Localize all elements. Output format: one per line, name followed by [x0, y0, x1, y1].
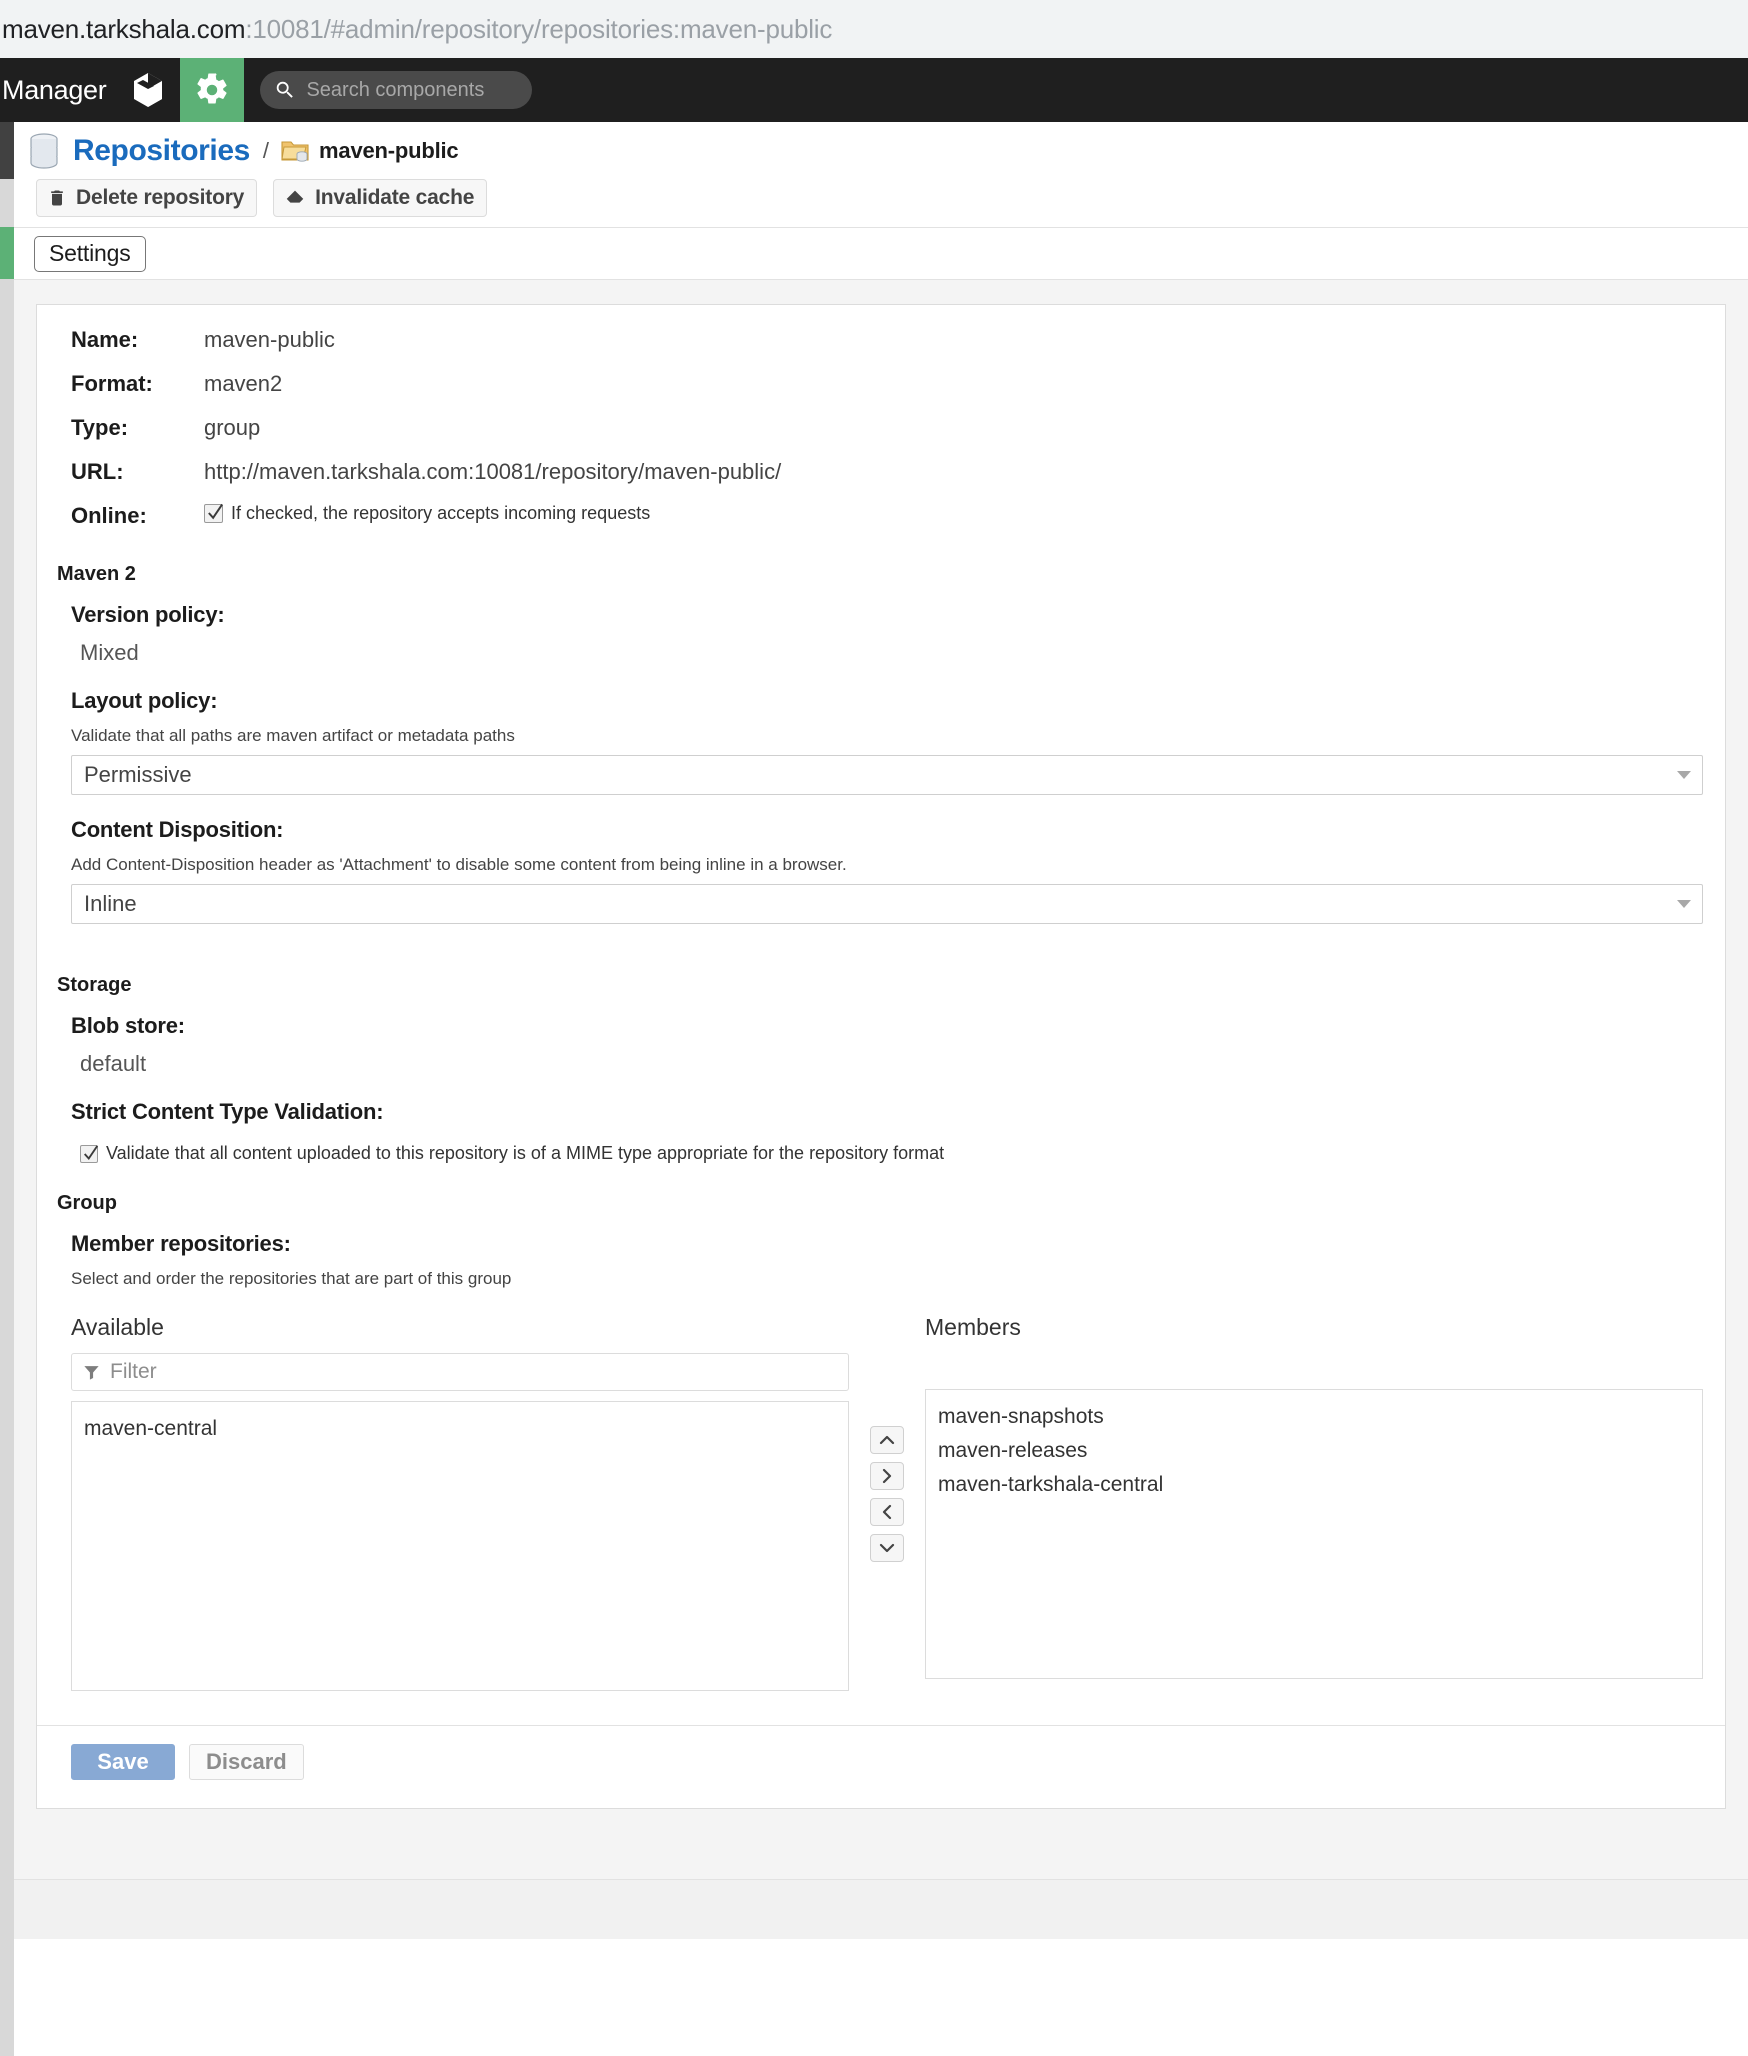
summary-key: Name:: [71, 327, 139, 352]
strict-validation-checkbox[interactable]: [80, 1144, 99, 1163]
left-rail: [0, 122, 14, 2056]
tab-settings[interactable]: Settings: [34, 235, 146, 272]
summary-value: group: [204, 415, 261, 440]
app-title: Manager: [2, 74, 107, 105]
available-list[interactable]: maven-central: [71, 1401, 849, 1691]
summary-key: URL:: [71, 459, 124, 484]
version-policy-label: Version policy:: [71, 602, 225, 627]
move-down-button[interactable]: [870, 1534, 904, 1562]
blob-store-label: Blob store:: [71, 1013, 185, 1038]
available-filter-input[interactable]: Filter: [110, 1360, 157, 1384]
online-checkbox-label: If checked, the repository accepts incom…: [231, 503, 651, 523]
content-disposition-select[interactable]: Inline: [71, 884, 1703, 924]
browser-url-bar[interactable]: maven.tarkshala.com:10081/#admin/reposit…: [0, 0, 1748, 58]
application-header: Manager Search components: [0, 58, 1748, 122]
content-disposition-selected-value: Inline: [84, 891, 137, 916]
gear-icon[interactable]: [180, 58, 245, 122]
cube-icon[interactable]: [116, 58, 180, 122]
breadcrumb-separator: /: [262, 137, 270, 163]
summary-value: maven-public: [204, 327, 335, 352]
chevron-down-icon: [1677, 771, 1691, 779]
list-item[interactable]: maven-releases: [926, 1434, 1702, 1468]
members-column: Members maven-snapshots maven-releases m…: [925, 1314, 1703, 1679]
layout-policy-label: Layout policy:: [71, 688, 218, 713]
layout-policy-help: Validate that all paths are maven artifa…: [71, 726, 515, 745]
member-repositories-help: Select and order the repositories that a…: [71, 1269, 512, 1288]
discard-button[interactable]: Discard: [189, 1744, 304, 1780]
breadcrumb-leaf: maven-public: [319, 137, 459, 163]
strict-content-type-validation-label: Strict Content Type Validation:: [71, 1099, 384, 1124]
content-disposition-label: Content Disposition:: [71, 817, 284, 842]
version-policy-value: Mixed: [80, 640, 139, 665]
delete-repository-button[interactable]: Delete repository: [36, 179, 258, 217]
trash-icon: [47, 187, 67, 209]
summary-row-url: URL: http://maven.tarkshala.com:10081/re…: [37, 459, 1725, 503]
available-column: Available Filter maven-central: [71, 1314, 849, 1691]
summary-key: Online:: [71, 503, 147, 528]
page-body: Repositories / maven-public Delete repos…: [0, 122, 1748, 2056]
filter-icon: [82, 1363, 101, 1382]
summary-value: http://maven.tarkshala.com:10081/reposit…: [204, 459, 782, 484]
delete-repository-label: Delete repository: [76, 186, 245, 209]
section-title-group: Group: [57, 1192, 117, 1214]
tab-strip: Settings: [14, 227, 1748, 279]
breadcrumb: Repositories / maven-public: [14, 122, 1748, 179]
url-host: maven.tarkshala.com: [2, 13, 246, 44]
available-header: Available: [71, 1314, 164, 1340]
field-version-policy: Version policy: Mixed Layout policy: Val…: [37, 602, 1725, 924]
left-rail-green-segment: [0, 227, 14, 279]
strict-content-type-validation-row: Validate that all content uploaded to th…: [71, 1137, 1703, 1164]
database-icon: [28, 132, 60, 170]
strict-validation-checkbox-label: Validate that all content uploaded to th…: [106, 1143, 945, 1163]
search-icon: [274, 79, 296, 101]
chevron-down-icon: [1677, 900, 1691, 908]
invalidate-cache-label: Invalidate cache: [315, 186, 475, 209]
summary-row-type: Type: group: [37, 415, 1725, 459]
breadcrumb-root-link[interactable]: Repositories: [73, 134, 250, 168]
settings-area: Name: maven-public Format: maven2 Type: …: [14, 279, 1748, 1879]
save-button[interactable]: Save: [71, 1744, 175, 1780]
content-disposition-help: Add Content-Disposition header as 'Attac…: [71, 855, 847, 874]
layout-policy-selected-value: Permissive: [84, 762, 192, 787]
list-item[interactable]: maven-tarkshala-central: [926, 1468, 1702, 1502]
invalidate-cache-button[interactable]: Invalidate cache: [273, 179, 488, 217]
search-input[interactable]: Search components: [306, 79, 484, 102]
field-member-repositories: Member repositories: Select and order th…: [37, 1231, 1725, 1289]
form-footer: Save Discard: [37, 1725, 1725, 1780]
layout-policy-select[interactable]: Permissive: [71, 755, 1703, 795]
list-item[interactable]: maven-central: [72, 1412, 848, 1446]
members-header: Members: [925, 1314, 1021, 1340]
left-rail-dark-segment: [0, 122, 14, 179]
summary-value: maven2: [204, 371, 283, 396]
repository-folder-icon: [281, 138, 309, 164]
content-area: Repositories / maven-public Delete repos…: [14, 122, 1748, 2056]
section-title-storage: Storage: [57, 974, 132, 996]
eraser-icon: [284, 187, 306, 209]
url-path: :10081/#admin/repository/repositories:ma…: [245, 13, 833, 44]
summary-row-name: Name: maven-public: [37, 327, 1725, 371]
settings-panel: Name: maven-public Format: maven2 Type: …: [36, 304, 1726, 1809]
search-components[interactable]: Search components: [260, 71, 533, 109]
transfer-button-group: [849, 1314, 925, 1562]
member-repositories-label: Member repositories:: [71, 1231, 291, 1256]
online-checkbox[interactable]: [204, 503, 223, 523]
section-title-maven2: Maven 2: [57, 563, 136, 585]
summary-row-format: Format: maven2: [37, 371, 1725, 415]
move-up-button[interactable]: [870, 1426, 904, 1454]
list-item[interactable]: maven-snapshots: [926, 1400, 1702, 1434]
toolbar: Delete repository Invalidate cache: [14, 179, 1748, 227]
available-filter[interactable]: Filter: [71, 1353, 849, 1391]
field-storage: Blob store: default Strict Content Type …: [37, 1013, 1725, 1164]
bottom-strip: [14, 1879, 1748, 1939]
blob-store-value: default: [80, 1051, 147, 1076]
summary-key: Type:: [71, 415, 129, 440]
member-repositories-selector: Available Filter maven-central Members m…: [37, 1298, 1725, 1691]
move-left-button[interactable]: [870, 1498, 904, 1526]
members-list[interactable]: maven-snapshots maven-releases maven-tar…: [925, 1389, 1703, 1679]
summary-key: Format:: [71, 371, 153, 396]
move-right-button[interactable]: [870, 1462, 904, 1490]
summary-row-online: Online: If checked, the repository accep…: [37, 503, 1725, 535]
